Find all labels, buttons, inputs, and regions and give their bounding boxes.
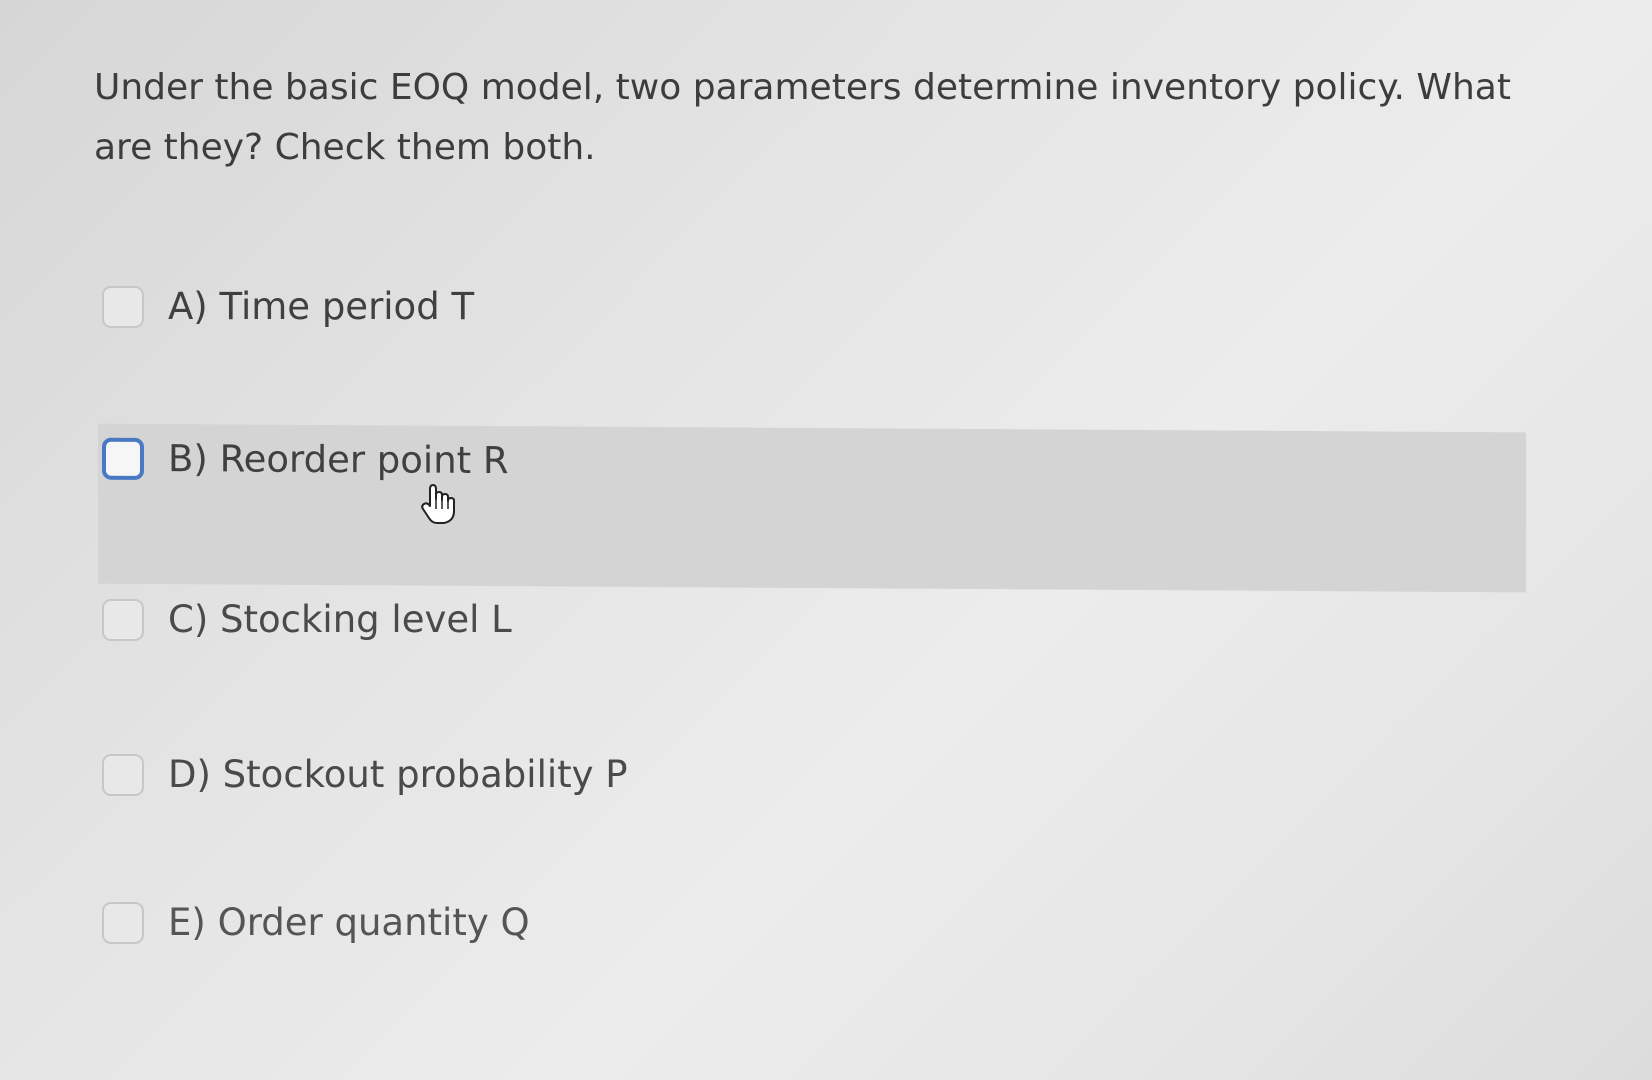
checkbox-e[interactable] <box>102 902 144 944</box>
checkbox-b[interactable] <box>102 437 144 480</box>
checkbox-c[interactable] <box>102 599 144 641</box>
checkbox-d[interactable] <box>102 754 144 796</box>
hand-pointer-icon <box>421 484 455 524</box>
question-text: Under the basic EOQ model, two parameter… <box>94 67 1511 168</box>
checkbox-a[interactable] <box>102 286 144 328</box>
option-c[interactable]: C) Stocking level L <box>98 595 1526 715</box>
option-c-label: C) Stocking level L <box>168 598 512 641</box>
option-a[interactable]: A) Time period T <box>98 282 1526 402</box>
option-b[interactable]: B) Reorder point R <box>98 423 1526 593</box>
option-b-label: B) Reorder point R <box>168 437 509 483</box>
option-d-label: D) Stockout probability P <box>168 753 628 796</box>
option-e-label: E) Order quantity Q <box>168 901 530 944</box>
option-e[interactable]: E) Order quantity Q <box>98 898 1526 1018</box>
option-d[interactable]: D) Stockout probability P <box>98 750 1526 870</box>
option-a-label: A) Time period T <box>168 285 475 328</box>
